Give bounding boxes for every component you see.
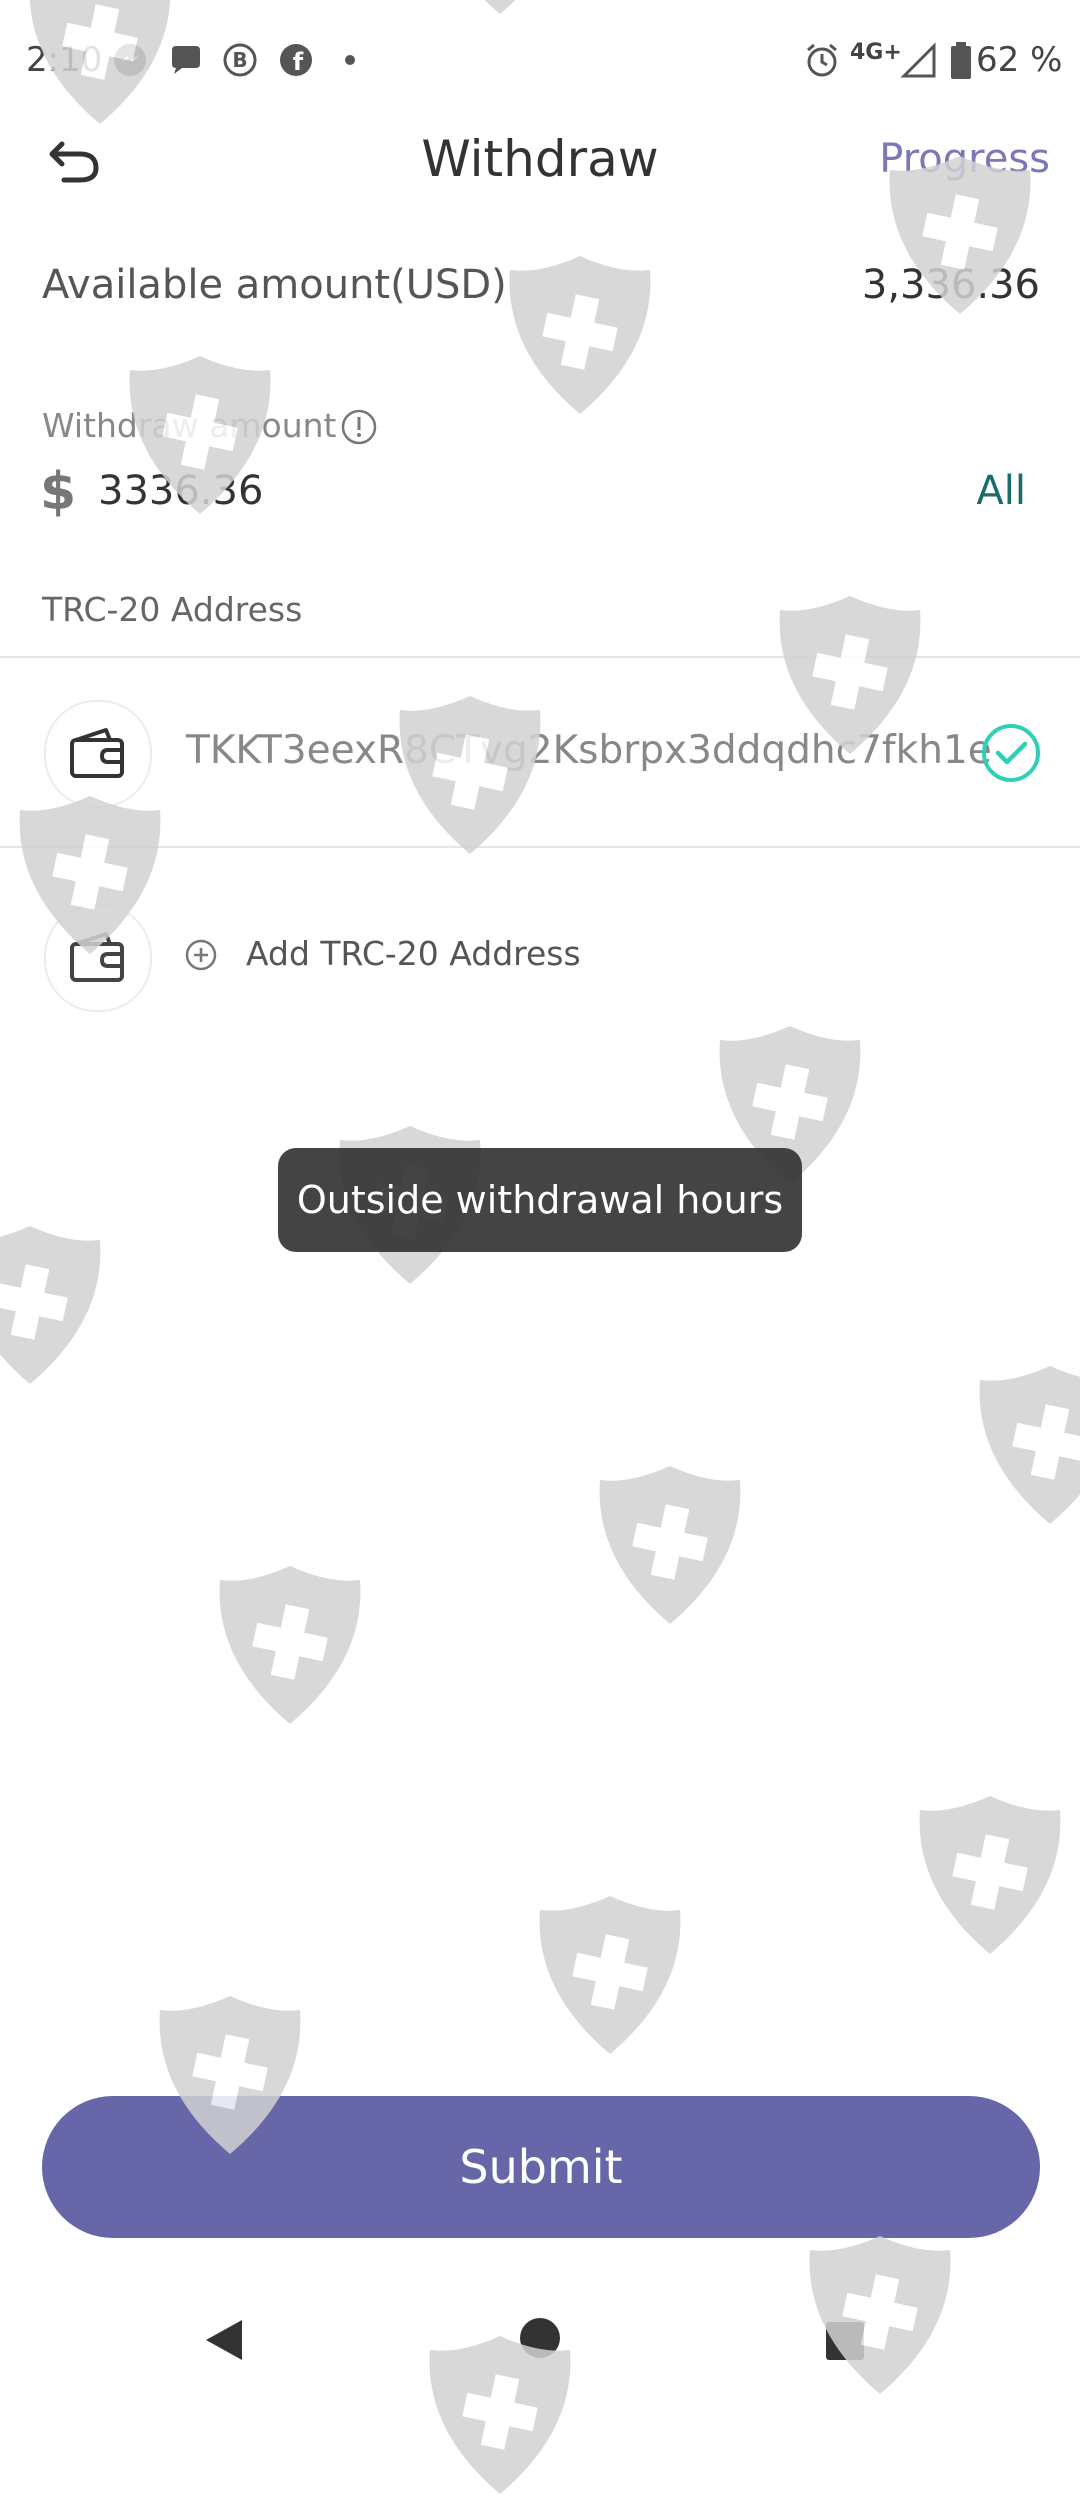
divider <box>0 656 1080 658</box>
add-address-label: Add TRC-20 Address <box>246 934 581 973</box>
info-icon[interactable] <box>340 408 378 446</box>
progress-link[interactable]: Progress <box>879 136 1050 182</box>
network-type: 4G+ <box>850 40 902 65</box>
currency-symbol: $ <box>40 462 77 522</box>
watermark-shield-icon <box>599 1466 741 1624</box>
plus-circle-icon <box>185 939 217 971</box>
signal-icon <box>900 42 936 78</box>
watermark-shield-icon <box>0 1226 101 1384</box>
address-list-item[interactable]: TKKT3eexR8CTvg2Ksbrpx3ddqdhc7fkh1e <box>0 660 1080 846</box>
toast-message: Outside withdrawal hours <box>278 1148 802 1252</box>
available-amount-label: Available amount(USD) <box>42 262 507 308</box>
nav-home-icon[interactable] <box>520 2318 560 2358</box>
battery-level: 62 % <box>976 40 1063 80</box>
address-text: TKKT3eexR8CTvg2Ksbrpx3ddqdhc7fkh1e <box>186 728 992 773</box>
chat-icon <box>172 46 200 74</box>
available-amount-value: 3,336.36 <box>861 262 1040 308</box>
status-bar: 2:10 B f 4G+ 62 % <box>0 0 1080 124</box>
nav-recents-icon[interactable] <box>826 2322 864 2360</box>
status-time: 2:10 <box>26 40 103 80</box>
watermark-shield-icon <box>809 2236 951 2394</box>
svg-text:f: f <box>293 48 304 76</box>
trc20-address-label: TRC-20 Address <box>42 590 303 629</box>
dot-icon <box>345 55 355 65</box>
check-circle-icon <box>982 724 1040 782</box>
watermark-shield-icon <box>539 1896 681 2054</box>
wallet-icon <box>44 700 152 808</box>
submit-button[interactable]: Submit <box>42 2096 1040 2238</box>
b-icon: B <box>223 43 257 77</box>
wallet-icon <box>44 904 152 1012</box>
all-button[interactable]: All <box>976 468 1026 514</box>
add-address-button[interactable]: Add TRC-20 Address <box>0 880 1080 1030</box>
facebook-icon: f <box>280 44 312 76</box>
withdraw-amount-label: Withdraw amount <box>42 406 337 445</box>
nav-back-icon[interactable] <box>202 2316 246 2364</box>
watermark-shield-icon <box>919 1796 1061 1954</box>
watermark-shield-icon <box>429 2336 571 2494</box>
withdraw-amount-input[interactable] <box>98 468 698 514</box>
watermark-shield-icon <box>979 1366 1080 1524</box>
watermark-shield-icon <box>219 1566 361 1724</box>
alarm-icon <box>807 43 837 77</box>
messenger-icon <box>114 44 146 76</box>
svg-text:B: B <box>232 48 247 72</box>
watermark-shield-icon <box>509 256 651 414</box>
battery-icon <box>951 42 971 79</box>
divider <box>0 846 1080 848</box>
